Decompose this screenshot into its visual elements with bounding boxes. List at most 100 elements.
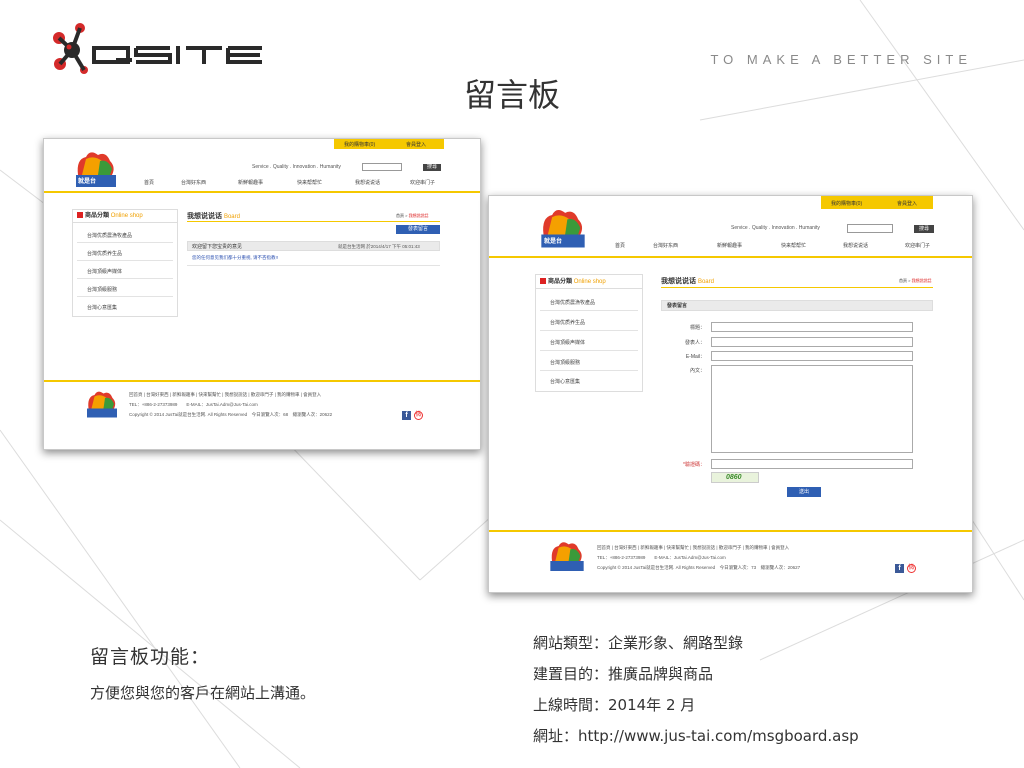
nav-board[interactable]: 我想说说话: [355, 179, 380, 186]
category-sidebar: 商品分類 Online shop 台灣优质農漁牧產品 台灣优质养生品 台灣頂級声…: [72, 209, 178, 317]
divider: [540, 350, 638, 351]
search-button[interactable]: 搜尋: [914, 225, 934, 233]
breadcrumb: 首頁 > 我想說說話: [396, 213, 429, 218]
captcha-label: *驗證碼：: [683, 462, 705, 468]
email-input[interactable]: [711, 351, 913, 361]
breadcrumb: 首頁 > 我想說說話: [899, 278, 932, 283]
subject-label: 標題：: [689, 325, 705, 331]
nav-taiwan-goods[interactable]: 台灣好东西: [181, 179, 206, 186]
member-login-link[interactable]: 會員登入: [406, 141, 426, 148]
board-title-en: Board: [697, 279, 714, 285]
search-input[interactable]: [847, 224, 893, 233]
footer-divider: [489, 530, 972, 532]
breadcrumb-home[interactable]: 首頁: [899, 278, 907, 283]
category-item-1[interactable]: 台灣优质農漁牧產品: [87, 232, 132, 239]
category-item-4[interactable]: 台灣頂級服務: [87, 286, 117, 293]
form-section-header: [661, 300, 933, 311]
category-sidebar-header: 商品分類 Online shop: [536, 275, 642, 289]
nav-visit[interactable]: 欢迎串门子: [905, 242, 930, 249]
footer-copyright: Copyright © 2014 JusTai就是台生活网. All Right…: [597, 565, 801, 570]
header-divider: [44, 191, 480, 193]
divider: [77, 242, 173, 243]
nav-help[interactable]: 快来帮帮忙: [781, 242, 806, 249]
screenshot-post-form: 我的購物車(0) 會員登入 就是台 Service . Quality . In…: [488, 195, 973, 593]
category-item-5[interactable]: 台灣心意匯集: [550, 378, 580, 385]
category-item-4[interactable]: 台灣頂級服務: [550, 359, 580, 366]
search-input[interactable]: [362, 163, 402, 171]
footer-copyright: Copyright © 2014 JusTai就是台生活网. All Right…: [129, 412, 333, 417]
category-sidebar: 商品分類 Online shop 台灣优质農漁牧產品 台灣优质养生品 台灣頂級声…: [535, 274, 643, 392]
board-title: 我想说说话 Board: [187, 211, 240, 221]
board-title: 我想说说话 Board: [661, 276, 714, 286]
info-url[interactable]: 網址：http://www.jus-tai.com/msgboard.asp: [533, 725, 859, 746]
author-input[interactable]: [711, 337, 913, 347]
category-icon: [540, 278, 546, 285]
divider: [540, 330, 638, 331]
member-login-link[interactable]: 會員登入: [897, 200, 917, 207]
message-title[interactable]: 欢迎留下您宝贵的意见: [192, 243, 242, 250]
tagline: TO MAKE A BETTER SITE: [710, 52, 972, 67]
category-item-3[interactable]: 台灣頂級声媒体: [87, 268, 122, 275]
submit-button[interactable]: 送出: [787, 487, 821, 497]
content-textarea[interactable]: [711, 365, 913, 453]
divider: [77, 260, 173, 261]
nav-home[interactable]: 首頁: [615, 242, 625, 249]
divider: [77, 278, 173, 279]
feature-title: 留言板功能：: [90, 646, 211, 668]
category-sidebar-header: 商品分類 Online shop: [73, 210, 177, 223]
weibo-icon[interactable]: 微: [414, 411, 423, 420]
nav-taiwan-goods[interactable]: 台灣好东西: [653, 242, 678, 249]
nav-home[interactable]: 首頁: [144, 179, 154, 186]
screenshot-message-list: 我的購物車(0) 會員登入 就是台 Service . Quality . In…: [43, 138, 481, 450]
divider: [540, 310, 638, 311]
breadcrumb-home[interactable]: 首頁: [396, 213, 404, 218]
footer-contact: TEL：+886-2-27373989 E-MAIL：JusTai.Adm@Ju…: [129, 402, 258, 407]
nav-news[interactable]: 新鮮報趣事: [238, 179, 263, 186]
category-icon: [77, 212, 83, 219]
category-item-3[interactable]: 台灣頂級声媒体: [550, 339, 585, 346]
site-logo-text: 就是台: [544, 239, 563, 245]
info-launch-date: 上線時間：2014年 2 月: [533, 696, 696, 714]
content-label: 內文：: [689, 368, 705, 374]
nav-visit[interactable]: 欢迎串门子: [410, 179, 435, 186]
page-title: 留言板: [463, 76, 560, 114]
footer-logo: [87, 391, 117, 418]
footer-divider: [44, 380, 480, 382]
nav-news[interactable]: 新鮮報趣事: [717, 242, 742, 249]
board-title-zh: 我想说说话: [187, 213, 222, 220]
message-body: 您的任何意见我们都十分重视, 请不吝指教!!: [192, 255, 278, 260]
board-title-underline: [661, 287, 933, 288]
board-title-underline: [187, 221, 440, 222]
post-message-button[interactable]: 發表留言: [396, 225, 440, 234]
board-title-en: Board: [223, 214, 240, 220]
category-item-2[interactable]: 台灣优质养生品: [87, 250, 122, 257]
subject-input[interactable]: [711, 322, 913, 332]
divider: [187, 265, 440, 266]
footer-links[interactable]: 回首頁 | 台灣好東西 | 新鮮報趣事 | 快來幫幫忙 | 我想說說話 | 歡迎…: [129, 391, 321, 399]
footer-links[interactable]: 回首頁 | 台灣好東西 | 新鮮報趣事 | 快來幫幫忙 | 我想說說話 | 歡迎…: [597, 544, 789, 552]
search-button[interactable]: 搜尋: [423, 164, 441, 171]
footer-contact: TEL：+886-2-27373989 E-MAIL：JusTai.Adm@Ju…: [597, 555, 726, 560]
board-title-zh: 我想说说话: [661, 278, 696, 285]
message-time: 就是台生活网 於2014/4/17 下午 05:01:43: [338, 244, 420, 249]
category-item-2[interactable]: 台灣优质养生品: [550, 319, 585, 326]
category-item-1[interactable]: 台灣优质農漁牧產品: [550, 299, 595, 306]
info-site-type: 網站類型：企業形象、網路型錄: [533, 634, 744, 652]
breadcrumb-current: 我想說說話: [911, 278, 932, 283]
captcha-input[interactable]: [711, 459, 913, 469]
facebook-icon[interactable]: f: [402, 411, 411, 420]
captcha-image: 0860: [711, 472, 759, 483]
site-slogan: Service . Quality . Innovation . Humanit…: [731, 225, 820, 231]
cart-link[interactable]: 我的購物車(0): [831, 200, 862, 207]
divider: [77, 296, 173, 297]
weibo-icon[interactable]: 微: [907, 564, 916, 573]
nav-help[interactable]: 快来帮帮忙: [297, 179, 322, 186]
category-item-5[interactable]: 台灣心意匯集: [87, 304, 117, 311]
form-section-title: 發表留言: [667, 303, 688, 309]
facebook-icon[interactable]: f: [895, 564, 904, 573]
divider: [540, 370, 638, 371]
author-label: 發表人：: [684, 340, 705, 346]
cart-link[interactable]: 我的購物車(0): [344, 141, 375, 148]
breadcrumb-current: 我想說說話: [408, 213, 429, 218]
nav-board[interactable]: 我想说说话: [843, 242, 868, 249]
